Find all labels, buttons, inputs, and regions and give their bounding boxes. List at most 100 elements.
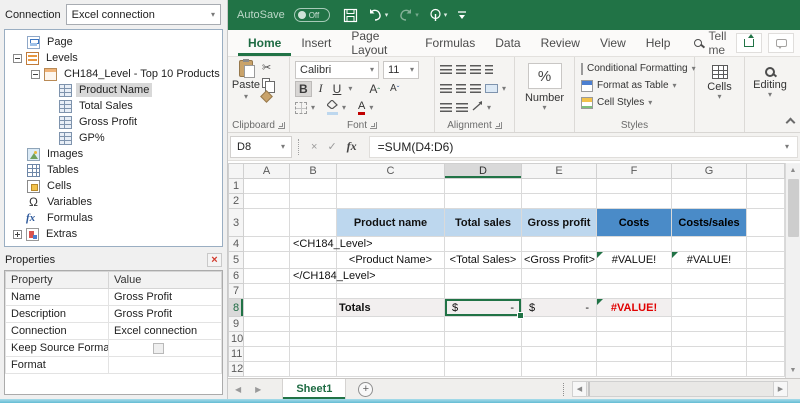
- cell[interactable]: [445, 284, 522, 299]
- dialog-launcher-icon[interactable]: [370, 122, 377, 129]
- tree-item-levels[interactable]: Levels: [5, 50, 222, 66]
- scroll-left-icon[interactable]: ◀: [572, 381, 587, 397]
- keep-source-formats-checkbox[interactable]: [153, 343, 164, 354]
- cell[interactable]: [672, 332, 747, 347]
- tab-page-layout[interactable]: Page Layout: [341, 30, 415, 56]
- cell[interactable]: [244, 362, 290, 377]
- wrap-text-icon[interactable]: [485, 65, 493, 74]
- column-header-a[interactable]: A: [244, 164, 290, 179]
- cell[interactable]: [672, 317, 747, 332]
- cell[interactable]: [337, 332, 445, 347]
- select-all-corner[interactable]: [229, 164, 244, 179]
- cell[interactable]: [445, 332, 522, 347]
- row-header-9[interactable]: 9: [229, 317, 244, 332]
- tree-item-tables[interactable]: Tables: [5, 162, 222, 178]
- align-top-icon[interactable]: [440, 65, 452, 74]
- font-name-select[interactable]: Calibri▾: [295, 61, 379, 79]
- cell[interactable]: [672, 269, 747, 284]
- merge-center-icon[interactable]: [485, 84, 498, 93]
- row-header-12[interactable]: 12: [229, 362, 244, 377]
- cell[interactable]: [445, 179, 522, 194]
- column-header-f[interactable]: F: [597, 164, 672, 179]
- cell[interactable]: [445, 269, 522, 284]
- cell[interactable]: [244, 269, 290, 284]
- align-center-icon[interactable]: [456, 84, 466, 93]
- collapse-expander-icon[interactable]: [31, 70, 40, 79]
- cell[interactable]: [244, 209, 290, 237]
- cell[interactable]: [445, 194, 522, 209]
- cell-e5[interactable]: <Gross Profit>: [522, 252, 597, 269]
- cell-e3[interactable]: Gross profit: [522, 209, 597, 237]
- cell[interactable]: [244, 179, 290, 194]
- cell[interactable]: [290, 209, 337, 237]
- cell[interactable]: [597, 179, 672, 194]
- cell[interactable]: [244, 317, 290, 332]
- properties-col-property[interactable]: Property: [6, 272, 109, 289]
- cell[interactable]: [597, 284, 672, 299]
- cell[interactable]: [337, 347, 445, 362]
- borders-icon[interactable]: [295, 102, 307, 114]
- cell[interactable]: [747, 362, 785, 377]
- cell[interactable]: [445, 362, 522, 377]
- touch-mouse-mode-button[interactable]: ▾: [429, 8, 448, 22]
- increase-font-size-button[interactable]: Aˆ: [366, 82, 383, 96]
- cell[interactable]: [290, 317, 337, 332]
- horizontal-scrollbar[interactable]: ◀ ▶: [572, 381, 788, 397]
- save-button[interactable]: [343, 8, 358, 23]
- cell-d5[interactable]: <Total Sales>: [445, 252, 522, 269]
- cell[interactable]: [244, 332, 290, 347]
- cell[interactable]: [597, 317, 672, 332]
- new-sheet-button[interactable]: +: [358, 382, 373, 397]
- column-header-g[interactable]: G: [672, 164, 747, 179]
- tree-item-ch184-level[interactable]: CH184_Level - Top 10 Products: [5, 66, 222, 82]
- cell[interactable]: [244, 347, 290, 362]
- vertical-scrollbar[interactable]: ▲ ▼: [785, 163, 800, 378]
- tab-insert[interactable]: Insert: [291, 30, 341, 56]
- underline-button[interactable]: U: [330, 82, 345, 96]
- paste-button[interactable]: Paste ▾: [230, 60, 262, 101]
- cell[interactable]: [244, 299, 290, 317]
- align-middle-icon[interactable]: [456, 65, 466, 74]
- row-header-1[interactable]: 1: [229, 179, 244, 194]
- cell[interactable]: [597, 269, 672, 284]
- decrease-indent-icon[interactable]: [440, 103, 452, 112]
- tree-item-page[interactable]: Page: [5, 34, 222, 50]
- cell[interactable]: [597, 362, 672, 377]
- column-header-d[interactable]: D: [445, 164, 522, 179]
- vertical-scroll-thumb[interactable]: [788, 179, 799, 237]
- increase-indent-icon[interactable]: [456, 103, 468, 112]
- cell[interactable]: [747, 269, 785, 284]
- cell-e8[interactable]: $-: [522, 299, 597, 317]
- cell[interactable]: [747, 299, 785, 317]
- cell[interactable]: [672, 237, 747, 252]
- cell[interactable]: [244, 194, 290, 209]
- cell[interactable]: [445, 237, 522, 252]
- collapse-expander-icon[interactable]: [13, 54, 22, 63]
- column-header-e[interactable]: E: [522, 164, 597, 179]
- cell[interactable]: [290, 284, 337, 299]
- cell[interactable]: [337, 194, 445, 209]
- cell[interactable]: [522, 269, 597, 284]
- cell[interactable]: [290, 332, 337, 347]
- tree-item-images[interactable]: Images: [5, 146, 222, 162]
- tree-item-variables[interactable]: ΩVariables: [5, 194, 222, 210]
- cell-c8[interactable]: Totals: [337, 299, 445, 317]
- cell[interactable]: [672, 194, 747, 209]
- align-left-icon[interactable]: [440, 84, 452, 93]
- cell[interactable]: [597, 332, 672, 347]
- cell-d8-selected[interactable]: $-: [445, 299, 522, 317]
- dialog-launcher-icon[interactable]: [278, 122, 285, 129]
- scroll-up-icon[interactable]: ▲: [786, 163, 800, 178]
- cells-group[interactable]: Cells ▾: [695, 57, 745, 132]
- tab-help[interactable]: Help: [636, 30, 681, 56]
- cell[interactable]: [290, 179, 337, 194]
- tree-item-formulas[interactable]: fxFormulas: [5, 210, 222, 226]
- cell[interactable]: [290, 252, 337, 269]
- cell[interactable]: [597, 194, 672, 209]
- cell[interactable]: [747, 194, 785, 209]
- cell[interactable]: [747, 284, 785, 299]
- close-icon[interactable]: ×: [207, 253, 222, 267]
- row-header-6[interactable]: 6: [229, 269, 244, 284]
- cell[interactable]: [747, 252, 785, 269]
- align-bottom-icon[interactable]: [470, 65, 481, 74]
